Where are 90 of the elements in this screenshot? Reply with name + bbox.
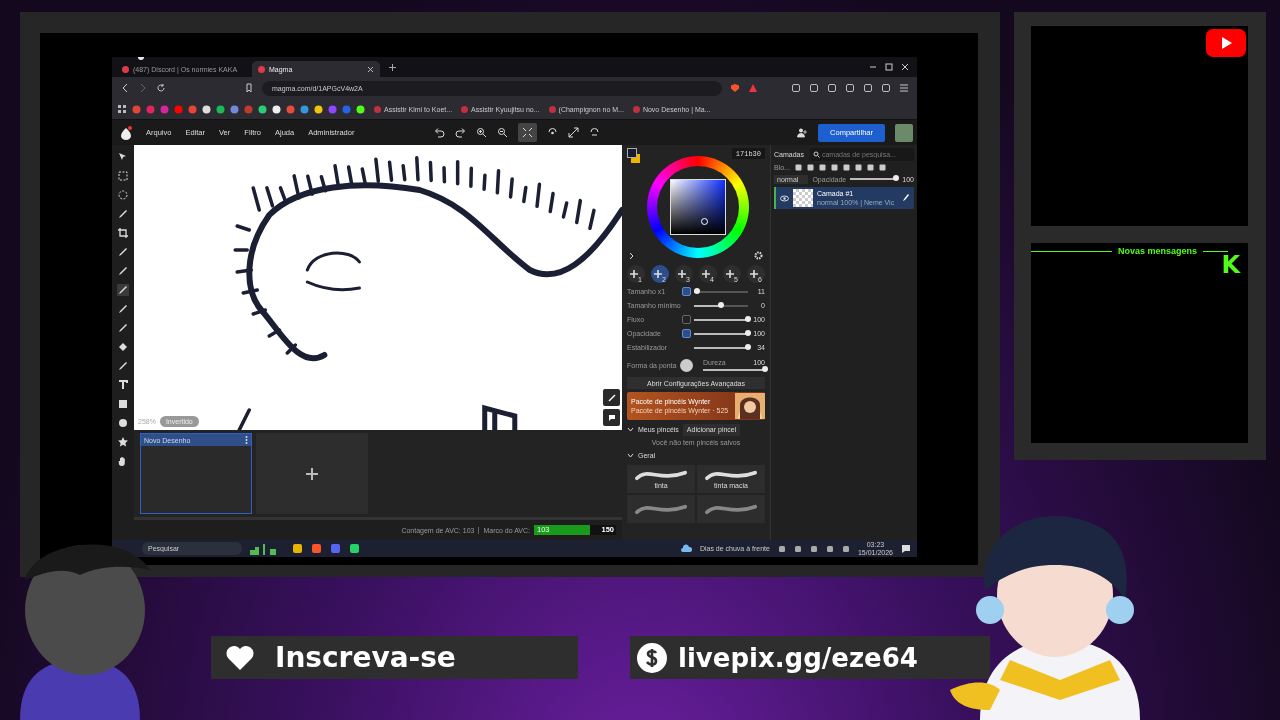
eye-icon[interactable] (780, 194, 789, 202)
cloud-icon[interactable] (680, 544, 692, 553)
add-user-icon[interactable] (797, 127, 809, 138)
slider-thumb[interactable] (762, 366, 768, 372)
star-icon[interactable] (117, 436, 129, 448)
brush-preset[interactable] (627, 495, 695, 523)
undo-icon[interactable] (434, 127, 446, 138)
plus-icon (654, 270, 663, 278)
favicon-icon (258, 65, 265, 73)
avatar[interactable] (895, 123, 913, 142)
slider-track[interactable] (694, 346, 748, 349)
plus-icon (702, 270, 711, 278)
brush-preset[interactable] (697, 495, 765, 523)
layer-thumbnail (793, 189, 813, 207)
triangle-icon[interactable] (748, 83, 758, 93)
plus-icon (630, 270, 639, 278)
color-swatch-icon[interactable] (627, 148, 641, 164)
menu-icon[interactable] (899, 83, 909, 93)
zoom-out-icon[interactable] (497, 127, 509, 138)
slider-thumb[interactable] (745, 329, 751, 336)
donation-text: livepix.gg/eze64 (678, 642, 918, 673)
stroke-icon (703, 502, 759, 516)
slider-thumb[interactable] (718, 301, 724, 308)
favicon-icon (122, 65, 129, 73)
chevron-down-icon[interactable] (627, 427, 634, 432)
fullscreen-icon[interactable] (568, 127, 580, 138)
circle-icon[interactable] (117, 417, 129, 429)
reload-icon[interactable] (156, 83, 166, 93)
tip-shape-button[interactable] (680, 358, 694, 372)
fit-screen-button[interactable] (518, 123, 538, 142)
search-icon (812, 151, 820, 158)
notification-icon[interactable] (901, 544, 911, 553)
stroke-icon (703, 469, 759, 482)
back-icon[interactable] (120, 83, 130, 93)
app-logo-icon[interactable] (120, 125, 132, 140)
call-button[interactable] (603, 389, 620, 406)
plus-icon (678, 270, 687, 278)
chat-icon (607, 413, 616, 422)
plus-icon (306, 467, 318, 480)
minimize-icon[interactable] (869, 63, 877, 71)
bookmark-icon[interactable] (244, 83, 254, 93)
redo-icon[interactable] (455, 127, 467, 138)
arrows-icon (522, 127, 534, 138)
chevron-icon[interactable] (629, 252, 635, 260)
slider-track[interactable] (694, 290, 748, 293)
brush-icon[interactable] (902, 194, 910, 202)
subscribe-text: Inscreva-se (275, 641, 456, 674)
plus-icon (750, 270, 759, 278)
slider-thumb[interactable] (893, 175, 899, 181)
settings-icon[interactable] (754, 251, 763, 260)
close-icon[interactable] (901, 63, 909, 71)
heart-icon (225, 644, 255, 671)
pressure-toggle[interactable] (682, 329, 691, 338)
kick-logo: K (1221, 253, 1240, 277)
circle-select-icon[interactable] (117, 189, 129, 201)
play-logo-icon (1206, 29, 1246, 57)
app-icon[interactable] (311, 543, 322, 554)
zoom-in-icon[interactable] (476, 127, 488, 138)
slider-track[interactable] (694, 318, 748, 321)
chevron-down-icon[interactable] (627, 453, 634, 458)
slider-track[interactable] (694, 304, 748, 307)
brush-icon[interactable] (117, 284, 129, 296)
slider-thumb[interactable] (745, 343, 751, 350)
chat-button[interactable] (603, 409, 620, 426)
flip-icon[interactable] (589, 127, 601, 138)
app-icon[interactable] (292, 543, 303, 554)
chat-title: Novas mensagens (1117, 246, 1197, 256)
stroke-icon (633, 502, 689, 516)
app-icon[interactable] (330, 543, 341, 554)
app-icon[interactable] (349, 543, 360, 554)
maximize-icon[interactable] (885, 63, 893, 71)
dollar-icon (636, 641, 668, 674)
shield-icon[interactable] (730, 83, 740, 93)
slider-track[interactable] (694, 332, 748, 335)
forward-icon[interactable] (138, 83, 148, 93)
plus-icon (726, 270, 735, 278)
line-icon (607, 393, 616, 402)
pressure-toggle[interactable] (682, 315, 691, 324)
apps-icon[interactable] (118, 104, 127, 114)
pressure-toggle[interactable] (682, 287, 691, 296)
more-icon[interactable] (245, 436, 248, 444)
plus-icon[interactable] (388, 62, 397, 72)
text-icon[interactable] (117, 379, 129, 391)
crop-icon[interactable] (117, 227, 129, 239)
stroke-icon (633, 469, 689, 482)
close-icon[interactable] (367, 65, 374, 73)
slider-thumb[interactable] (693, 287, 700, 294)
slider-thumb[interactable] (745, 315, 751, 322)
square-icon[interactable] (117, 398, 129, 410)
rect-select-icon[interactable] (117, 170, 129, 182)
